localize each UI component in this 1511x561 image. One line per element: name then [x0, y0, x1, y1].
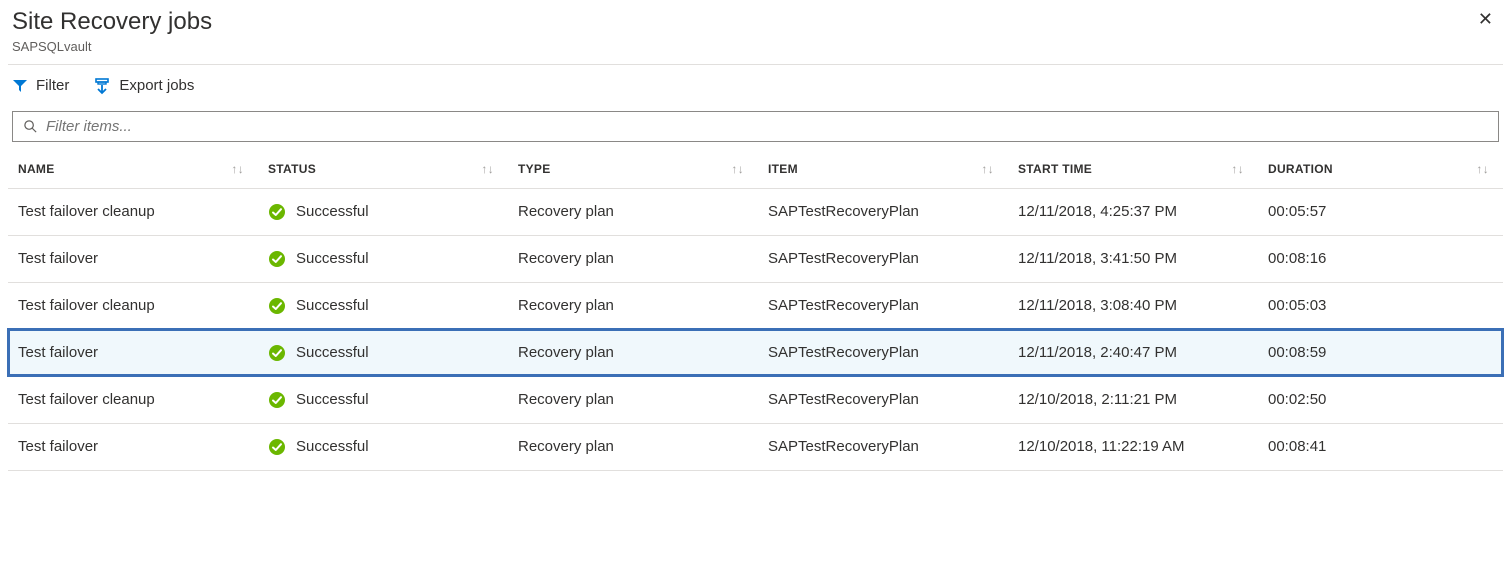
status-text: Successful [296, 297, 369, 314]
status-text: Successful [296, 250, 369, 267]
job-name-link[interactable]: Test failover cleanup [18, 297, 155, 314]
status-success-icon [268, 391, 286, 409]
job-duration: 00:02:50 [1258, 376, 1503, 423]
job-start-time: 12/11/2018, 2:40:47 PM [1008, 329, 1258, 376]
sort-icon: ↑↓ [231, 162, 244, 176]
job-name-link[interactable]: Test failover [18, 438, 98, 455]
filter-search-wrap[interactable] [12, 111, 1499, 142]
sort-icon: ↑↓ [481, 162, 494, 176]
job-item: SAPTestRecoveryPlan [758, 376, 1008, 423]
job-start-time: 12/11/2018, 3:41:50 PM [1008, 235, 1258, 282]
export-icon [93, 77, 111, 95]
status-text: Successful [296, 203, 369, 220]
job-start-time: 12/10/2018, 2:11:21 PM [1008, 376, 1258, 423]
job-type: Recovery plan [508, 235, 758, 282]
toolbar: Filter Export jobs [8, 65, 1503, 109]
job-item: SAPTestRecoveryPlan [758, 188, 1008, 235]
status-success-icon [268, 203, 286, 221]
job-type: Recovery plan [508, 329, 758, 376]
sort-icon: ↑↓ [1476, 162, 1489, 176]
jobs-table: NAME↑↓ STATUS↑↓ TYPE↑↓ ITEM↑↓ START TIME… [8, 152, 1503, 471]
col-header-duration[interactable]: DURATION↑↓ [1258, 152, 1503, 189]
job-item: SAPTestRecoveryPlan [758, 235, 1008, 282]
filter-label: Filter [36, 77, 69, 94]
table-row[interactable]: Test failover cleanup Successful Recovery … [8, 188, 1503, 235]
job-item: SAPTestRecoveryPlan [758, 329, 1008, 376]
status-success-icon [268, 344, 286, 362]
export-jobs-button[interactable]: Export jobs [93, 77, 194, 95]
status-text: Successful [296, 344, 369, 361]
table-row[interactable]: Test failover cleanup Successful Recovery … [8, 376, 1503, 423]
status-text: Successful [296, 438, 369, 455]
job-duration: 00:08:16 [1258, 235, 1503, 282]
table-row[interactable]: Test failover Successful Recovery planSAPT… [8, 423, 1503, 470]
status-text: Successful [296, 391, 369, 408]
status-success-icon [268, 250, 286, 268]
job-duration: 00:08:59 [1258, 329, 1503, 376]
table-row[interactable]: Test failover Successful Recovery planSAPT… [8, 235, 1503, 282]
job-start-time: 12/10/2018, 11:22:19 AM [1008, 423, 1258, 470]
export-label: Export jobs [119, 77, 194, 94]
job-duration: 00:05:57 [1258, 188, 1503, 235]
job-name-link[interactable]: Test failover [18, 344, 98, 361]
status-success-icon [268, 297, 286, 315]
job-start-time: 12/11/2018, 3:08:40 PM [1008, 282, 1258, 329]
table-row[interactable]: Test failover Successful Recovery planSAPT… [8, 329, 1503, 376]
col-header-item[interactable]: ITEM↑↓ [758, 152, 1008, 189]
job-duration: 00:05:03 [1258, 282, 1503, 329]
job-name-link[interactable]: Test failover cleanup [18, 391, 155, 408]
table-row[interactable]: Test failover cleanup Successful Recovery … [8, 282, 1503, 329]
job-type: Recovery plan [508, 423, 758, 470]
filter-input[interactable] [46, 118, 1488, 135]
filter-button[interactable]: Filter [12, 77, 69, 94]
col-header-name[interactable]: NAME↑↓ [8, 152, 258, 189]
sort-icon: ↑↓ [1231, 162, 1244, 176]
job-item: SAPTestRecoveryPlan [758, 282, 1008, 329]
job-type: Recovery plan [508, 376, 758, 423]
filter-icon [12, 78, 28, 94]
job-type: Recovery plan [508, 282, 758, 329]
job-item: SAPTestRecoveryPlan [758, 423, 1008, 470]
col-header-status[interactable]: STATUS↑↓ [258, 152, 508, 189]
close-button[interactable]: ✕ [1472, 8, 1499, 30]
job-type: Recovery plan [508, 188, 758, 235]
job-duration: 00:08:41 [1258, 423, 1503, 470]
search-icon [23, 119, 38, 134]
job-name-link[interactable]: Test failover [18, 250, 98, 267]
sort-icon: ↑↓ [731, 162, 744, 176]
col-header-start[interactable]: START TIME↑↓ [1008, 152, 1258, 189]
sort-icon: ↑↓ [981, 162, 994, 176]
page-title: Site Recovery jobs [12, 8, 212, 37]
breadcrumb-subtitle: SAPSQLvault [12, 39, 212, 54]
col-header-type[interactable]: TYPE↑↓ [508, 152, 758, 189]
job-name-link[interactable]: Test failover cleanup [18, 203, 155, 220]
job-start-time: 12/11/2018, 4:25:37 PM [1008, 188, 1258, 235]
status-success-icon [268, 438, 286, 456]
